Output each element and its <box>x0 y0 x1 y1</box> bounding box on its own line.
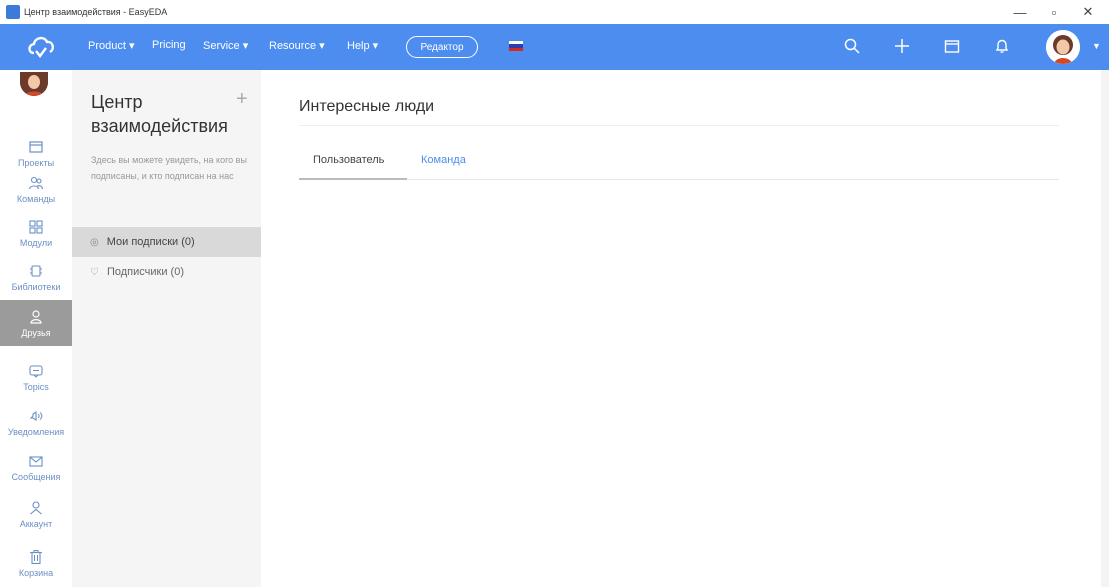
sidebar-item-modules[interactable]: Модули <box>0 210 72 256</box>
search-icon[interactable] <box>841 35 863 57</box>
menu-item-my-subscriptions[interactable]: ◎ Мои подписки (0) <box>72 227 261 257</box>
add-icon[interactable]: + <box>236 88 248 111</box>
chip-icon <box>30 264 42 277</box>
bell-icon[interactable] <box>991 35 1013 57</box>
sidebar-item-trash[interactable]: Корзина <box>0 540 72 586</box>
user-avatar[interactable] <box>1046 30 1080 64</box>
sidebar-item-label: Уведомления <box>7 426 65 437</box>
sidebar-item-topics[interactable]: Topics <box>0 354 72 400</box>
main-content: Интересные люди Пользователь Команда <box>261 70 1109 587</box>
sidebar-item-libraries[interactable]: Библиотеки <box>0 254 72 300</box>
topics-icon <box>29 364 43 378</box>
friends-icon <box>30 309 42 324</box>
sidebar-item-label: Модули <box>19 237 53 248</box>
modules-icon <box>29 219 43 234</box>
nav-product[interactable]: Product ▾ <box>88 39 135 52</box>
team-icon <box>28 176 44 189</box>
sidebar-item-label: Сообщения <box>11 471 61 482</box>
add-icon[interactable] <box>891 35 913 57</box>
heart-icon: ♡ <box>90 266 99 278</box>
eye-icon: ◎ <box>90 236 99 248</box>
close-icon[interactable]: ✕ <box>1074 0 1102 24</box>
nav-service[interactable]: Service ▾ <box>203 39 248 52</box>
sidebar-item-account[interactable]: Аккаунт <box>0 491 72 537</box>
sidebar-item-label: Topics <box>23 381 49 392</box>
sidebar-item-label: Друзья <box>21 327 51 338</box>
menu-item-followers[interactable]: ♡ Подписчики (0) <box>72 257 261 287</box>
window-title: Центр взаимодействия - EasyEDA <box>24 7 168 17</box>
language-flag-icon[interactable] <box>509 41 523 51</box>
nav-help[interactable]: Help ▾ <box>347 39 378 52</box>
interaction-center-panel: Центр взаимодействия + Здесь вы можете у… <box>72 70 261 587</box>
menu-item-label: Подписчики (0) <box>106 266 184 278</box>
restore-icon[interactable]: ▫ <box>1040 0 1068 24</box>
sidebar-item-notifications[interactable]: Уведомления <box>0 399 72 445</box>
panel-title: Центр взаимодействия <box>91 92 228 136</box>
sidebar-item-friends[interactable]: Друзья <box>0 300 72 346</box>
editor-button[interactable]: Редактор <box>406 36 478 58</box>
title-divider <box>299 125 1059 126</box>
menu-item-label: Мои подписки (0) <box>106 236 195 248</box>
scrollbar[interactable] <box>1101 70 1109 587</box>
trash-icon <box>30 549 42 564</box>
sidebar-item-label: Команды <box>16 193 56 204</box>
tab-user[interactable]: Пользователь <box>299 154 407 180</box>
app-icon <box>6 5 20 19</box>
sidebar-item-label: Корзина <box>18 567 54 578</box>
sidebar-item-messages[interactable]: Сообщения <box>0 444 72 490</box>
window-titlebar: Центр взаимодействия - EasyEDA <box>0 0 1109 24</box>
top-navbar: Product ▾ Pricing Service ▾ Resource ▾ H… <box>0 24 1109 70</box>
folder-icon <box>29 140 43 153</box>
panel-description: Здесь вы можете увидеть, на кого вы подп… <box>91 155 247 181</box>
page-title: Интересные люди <box>299 98 435 115</box>
tab-team[interactable]: Команда <box>421 154 466 180</box>
folder-icon[interactable] <box>941 35 963 57</box>
mail-icon <box>29 455 43 467</box>
bell-icon <box>29 410 43 421</box>
nav-pricing[interactable]: Pricing <box>152 39 186 51</box>
chevron-down-icon[interactable]: ▼ <box>1092 41 1101 51</box>
sidebar-item-label: Аккаунт <box>19 518 53 529</box>
sidebar-item-teams[interactable]: Команды <box>0 166 72 212</box>
minimize-icon[interactable]: — <box>1006 0 1034 24</box>
sidebar-avatar[interactable] <box>20 72 48 96</box>
sidebar-item-label: Библиотеки <box>11 281 61 292</box>
nav-resource[interactable]: Resource ▾ <box>269 39 325 52</box>
easyeda-logo-icon[interactable] <box>26 33 56 61</box>
left-sidebar: Проекты Команды Модули Библиотеки Друзья… <box>0 70 72 587</box>
tab-bar: Пользователь Команда <box>299 154 1059 180</box>
user-icon <box>30 500 42 514</box>
